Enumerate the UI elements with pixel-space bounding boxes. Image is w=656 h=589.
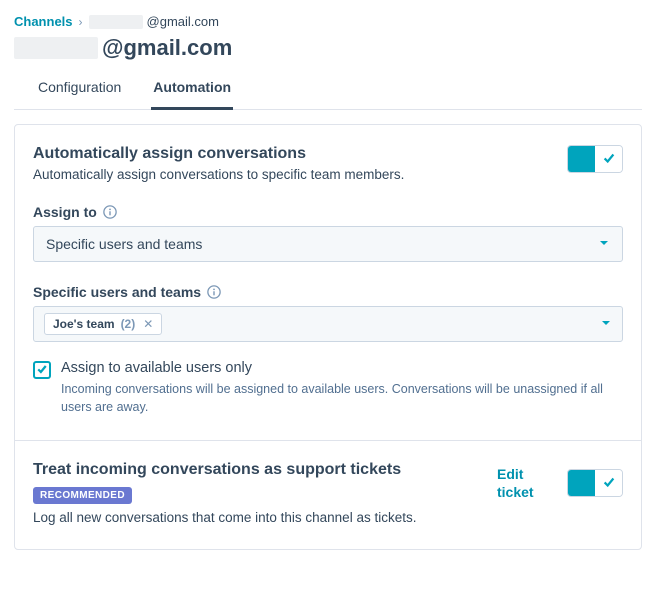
team-chip: Joe's team (2) ✕ xyxy=(44,313,162,335)
recommended-badge: RECOMMENDED xyxy=(33,487,132,504)
info-icon[interactable] xyxy=(207,285,221,299)
tickets-desc: Log all new conversations that come into… xyxy=(33,510,481,525)
section-tickets: Treat incoming conversations as support … xyxy=(15,440,641,549)
toggle-off-half xyxy=(595,146,622,172)
chip-name: Joe's team xyxy=(53,317,115,331)
section-auto-assign: Automatically assign conversations Autom… xyxy=(15,125,641,440)
caret-down-icon xyxy=(600,316,612,332)
redacted-text xyxy=(14,37,98,59)
auto-assign-desc: Automatically assign conversations to sp… xyxy=(33,167,551,182)
auto-assign-title: Automatically assign conversations xyxy=(33,145,551,163)
check-icon xyxy=(602,475,616,492)
chip-count: (2) xyxy=(121,317,136,331)
tickets-toggle[interactable] xyxy=(567,469,623,497)
specific-label: Specific users and teams xyxy=(33,284,201,300)
check-icon xyxy=(602,151,616,168)
assign-to-select[interactable]: Specific users and teams xyxy=(33,226,623,262)
breadcrumb-current: @gmail.com xyxy=(89,14,219,29)
tab-automation[interactable]: Automation xyxy=(151,69,233,110)
chip-remove-icon[interactable]: ✕ xyxy=(141,317,153,331)
chevron-right-icon: › xyxy=(79,15,83,29)
specific-label-row: Specific users and teams xyxy=(33,284,623,300)
auto-assign-toggle[interactable] xyxy=(567,145,623,173)
specific-users-select[interactable]: Joe's team (2) ✕ xyxy=(33,306,623,342)
settings-card: Automatically assign conversations Autom… xyxy=(14,124,642,550)
assign-to-value: Specific users and teams xyxy=(46,236,202,252)
redacted-text xyxy=(89,15,143,29)
tab-configuration[interactable]: Configuration xyxy=(36,69,123,110)
tickets-title: Treat incoming conversations as support … xyxy=(33,461,481,479)
assign-to-label-row: Assign to xyxy=(33,204,623,220)
page-title: @gmail.com xyxy=(14,35,642,61)
available-users-checkbox[interactable] xyxy=(33,361,51,379)
breadcrumb: Channels › @gmail.com xyxy=(14,14,642,29)
toggle-on-half xyxy=(568,470,595,496)
breadcrumb-email-suffix: @gmail.com xyxy=(147,14,219,29)
caret-down-icon xyxy=(598,236,610,252)
breadcrumb-channels-link[interactable]: Channels xyxy=(14,14,73,29)
info-icon[interactable] xyxy=(103,205,117,219)
toggle-on-half xyxy=(568,146,595,172)
available-users-label: Assign to available users only xyxy=(61,360,623,376)
assign-to-label: Assign to xyxy=(33,204,97,220)
check-icon xyxy=(36,362,48,378)
page-title-suffix: @gmail.com xyxy=(102,35,232,61)
edit-ticket-link[interactable]: Edit ticket xyxy=(497,465,549,501)
tabs: Configuration Automation xyxy=(14,69,642,110)
toggle-off-half xyxy=(595,470,622,496)
available-users-help: Incoming conversations will be assigned … xyxy=(61,380,623,416)
